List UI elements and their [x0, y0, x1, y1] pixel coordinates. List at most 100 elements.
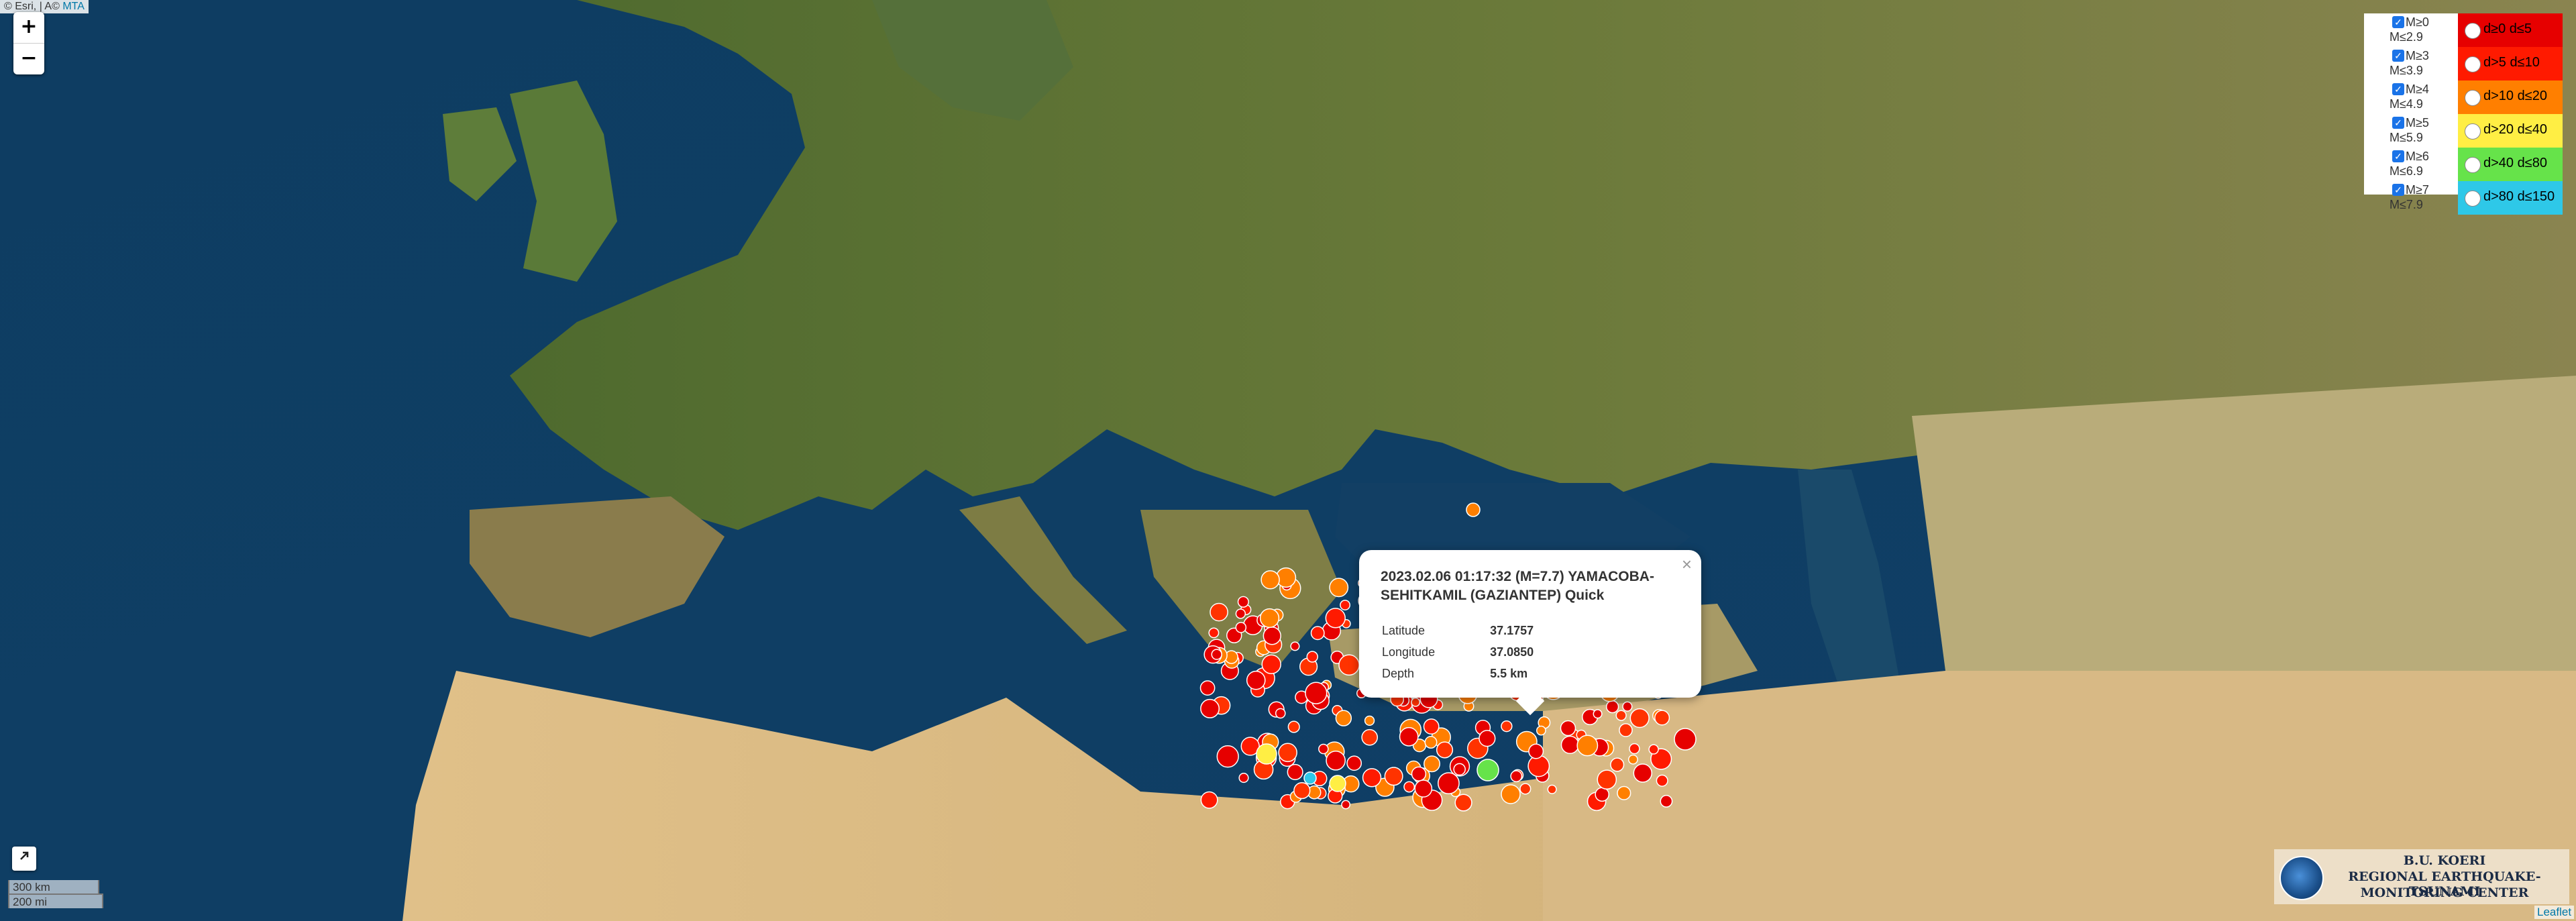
earthquake-marker[interactable] — [1200, 698, 1220, 718]
magnitude-filter-7[interactable]: ✓ M≥7 M≤7.9 — [2364, 181, 2458, 215]
earthquake-marker[interactable] — [1364, 715, 1375, 726]
earthquake-marker[interactable] — [1362, 768, 1382, 788]
zoom-in-button[interactable]: + — [13, 12, 44, 44]
earthquake-marker[interactable] — [1648, 744, 1659, 755]
earthquake-marker[interactable] — [1528, 743, 1544, 759]
earthquake-marker[interactable] — [1656, 774, 1668, 787]
earthquake-marker[interactable] — [1615, 710, 1627, 721]
earthquake-marker[interactable] — [1326, 750, 1346, 771]
checkbox-icon[interactable]: ✓ — [2392, 117, 2404, 129]
earthquake-marker[interactable] — [1619, 723, 1633, 737]
earthquake-marker[interactable] — [1454, 794, 1472, 812]
earthquake-marker[interactable] — [1199, 680, 1216, 696]
earthquake-marker[interactable] — [1501, 720, 1513, 733]
magnitude-filter-0[interactable]: ✓ M≥0 M≤2.9 — [2364, 13, 2458, 47]
earthquake-marker[interactable] — [1597, 769, 1617, 790]
earthquake-marker[interactable] — [1208, 627, 1220, 639]
earthquake-marker[interactable] — [1466, 502, 1481, 517]
satellite-map[interactable] — [0, 0, 2576, 921]
earthquake-marker[interactable] — [1303, 771, 1317, 785]
earthquake-marker[interactable] — [1629, 743, 1640, 755]
earthquake-marker[interactable] — [1237, 596, 1249, 608]
earthquake-marker[interactable] — [1560, 735, 1580, 755]
earthquake-marker[interactable] — [1674, 728, 1697, 751]
earthquake-marker[interactable] — [1318, 743, 1329, 755]
earthquake-marker[interactable] — [1287, 763, 1303, 780]
magnitude-filter-4[interactable]: ✓ M≥4 M≤4.9 — [2364, 80, 2458, 114]
earthquake-marker[interactable] — [1338, 654, 1360, 676]
earthquake-marker[interactable] — [1660, 795, 1673, 808]
earthquake-marker[interactable] — [1576, 735, 1599, 757]
earthquake-marker[interactable] — [1238, 772, 1249, 783]
earthquake-marker[interactable] — [1633, 763, 1653, 783]
earthquake-marker[interactable] — [1346, 755, 1362, 771]
earthquake-marker[interactable] — [1438, 772, 1460, 795]
earthquake-marker[interactable] — [1617, 785, 1631, 800]
earthquake-marker[interactable] — [1605, 700, 1619, 714]
earthquake-marker[interactable] — [1325, 608, 1346, 629]
earthquake-marker[interactable] — [1263, 627, 1281, 645]
earthquake-marker[interactable] — [1235, 608, 1246, 619]
earthquake-marker[interactable] — [1341, 800, 1351, 810]
checkbox-icon[interactable]: ✓ — [2392, 150, 2404, 162]
earthquake-marker[interactable] — [1423, 718, 1440, 735]
earthquake-marker[interactable] — [1627, 754, 1638, 765]
earthquake-marker[interactable] — [1424, 755, 1440, 773]
earthquake-marker[interactable] — [1293, 781, 1311, 800]
earthquake-marker[interactable] — [1501, 784, 1521, 804]
earthquake-marker[interactable] — [1306, 651, 1318, 663]
magnitude-filter-5[interactable]: ✓ M≥5 M≤5.9 — [2364, 114, 2458, 148]
earthquake-marker[interactable] — [1260, 570, 1280, 590]
checkbox-icon[interactable]: ✓ — [2392, 50, 2404, 62]
earthquake-marker[interactable] — [1261, 654, 1281, 675]
earthquake-marker[interactable] — [1453, 763, 1466, 776]
leaflet-link[interactable]: Leaflet — [2534, 906, 2575, 919]
earthquake-marker[interactable] — [1622, 701, 1633, 712]
earthquake-marker[interactable] — [1477, 759, 1499, 781]
earthquake-marker[interactable] — [1216, 745, 1239, 768]
earthquake-marker[interactable] — [1329, 578, 1349, 598]
popup-close-button[interactable]: × — [1682, 554, 1692, 575]
earthquake-marker[interactable] — [1654, 710, 1670, 726]
earthquake-marker[interactable] — [1361, 728, 1379, 746]
earthquake-marker[interactable] — [1536, 725, 1546, 736]
earthquake-marker[interactable] — [1278, 743, 1297, 763]
checkbox-icon[interactable]: ✓ — [2392, 184, 2404, 196]
earthquake-marker[interactable] — [1510, 770, 1523, 783]
earthquake-marker[interactable] — [1310, 626, 1325, 641]
earthquake-marker[interactable] — [1403, 781, 1415, 793]
earthquake-marker[interactable] — [1593, 709, 1603, 719]
checkbox-icon[interactable]: ✓ — [2392, 83, 2404, 95]
earthquake-marker[interactable] — [1399, 726, 1419, 747]
earthquake-marker[interactable] — [1436, 741, 1454, 759]
zoom-out-button[interactable]: − — [13, 44, 44, 74]
earthquake-marker[interactable] — [1259, 608, 1280, 629]
earthquake-marker[interactable] — [1335, 710, 1352, 726]
earthquake-marker[interactable] — [1595, 787, 1610, 802]
earthquake-marker[interactable] — [1414, 779, 1433, 798]
magnitude-filter-3[interactable]: ✓ M≥3 M≤3.9 — [2364, 47, 2458, 80]
earthquake-marker[interactable] — [1547, 784, 1557, 794]
checkbox-icon[interactable]: ✓ — [2392, 16, 2404, 28]
earthquake-marker[interactable] — [1211, 649, 1222, 660]
earthquake-marker[interactable] — [1200, 791, 1218, 809]
earthquake-marker[interactable] — [1246, 670, 1266, 690]
expand-arrow-icon[interactable] — [12, 847, 36, 871]
earthquake-marker[interactable] — [1287, 720, 1300, 733]
earthquake-marker[interactable] — [1329, 775, 1346, 792]
earthquake-marker[interactable] — [1235, 622, 1247, 633]
earthquake-marker[interactable] — [1290, 641, 1300, 651]
earthquake-marker[interactable] — [1340, 600, 1351, 610]
earthquake-marker[interactable] — [1560, 720, 1576, 737]
earthquake-marker[interactable] — [1256, 743, 1277, 765]
earthquake-marker[interactable] — [1519, 783, 1532, 795]
earthquake-marker[interactable] — [1629, 708, 1650, 728]
earthquake-marker[interactable] — [1411, 766, 1427, 781]
earthquake-marker[interactable] — [1210, 602, 1228, 622]
earthquake-marker[interactable] — [1275, 708, 1286, 719]
earthquake-marker[interactable] — [1527, 755, 1550, 777]
mta-link[interactable]: MTA — [62, 1, 85, 12]
earthquake-marker[interactable] — [1610, 757, 1625, 772]
earthquake-marker[interactable] — [1384, 767, 1403, 786]
earthquake-marker[interactable] — [1424, 736, 1438, 749]
